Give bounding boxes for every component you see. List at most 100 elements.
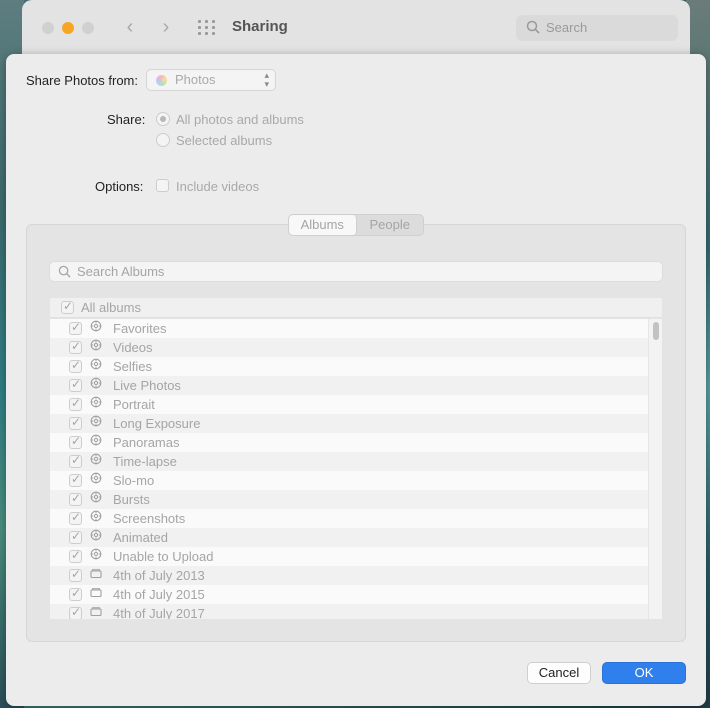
minimize-window-button[interactable]	[62, 22, 74, 34]
album-row[interactable]: ✓ Bursts	[50, 490, 648, 509]
album-row[interactable]: ✓ Panoramas	[50, 433, 648, 452]
checkmark-icon: ✓	[71, 339, 82, 353]
photo-sharing-sheet: Share Photos from: Photos ▴ ▾ Share: All …	[6, 54, 706, 706]
album-name: Live Photos	[113, 378, 181, 393]
smart-album-gear-icon	[90, 548, 104, 564]
album-checkbox[interactable]: ✓	[69, 320, 82, 335]
share-label: Share:	[107, 112, 146, 127]
album-row[interactable]: ✓ Unable to Upload	[50, 547, 648, 566]
share-from-value: Photos	[175, 72, 216, 87]
close-window-button[interactable]	[42, 22, 54, 34]
smart-album-gear-icon	[90, 472, 104, 488]
back-arrow-icon[interactable]: ‹	[120, 16, 140, 40]
album-checkbox[interactable]: ✓	[69, 453, 82, 468]
ok-button[interactable]: OK	[602, 662, 686, 684]
album-checkbox[interactable]: ✓	[69, 434, 82, 449]
album-row[interactable]: ✓ Animated	[50, 528, 648, 547]
album-checkbox[interactable]: ✓	[69, 472, 82, 487]
photos-app-icon	[156, 75, 167, 86]
album-row[interactable]: ✓ Portrait	[50, 395, 648, 414]
album-folder-icon	[90, 586, 104, 602]
album-name: Selfies	[113, 359, 153, 374]
albums-scrollbar[interactable]	[648, 319, 662, 619]
search-albums-placeholder: Search Albums	[77, 264, 165, 279]
window-title: Sharing	[232, 18, 288, 35]
album-row[interactable]: ✓ Screenshots	[50, 509, 648, 528]
album-name: 4th of July 2017	[113, 606, 205, 619]
album-checkbox[interactable]: ✓	[69, 415, 82, 430]
show-all-grid-icon[interactable]	[198, 20, 218, 36]
album-name: Time-lapse	[113, 454, 177, 469]
album-name: Screenshots	[113, 511, 186, 526]
album-row[interactable]: ✓ 4th of July 2017	[50, 604, 648, 619]
include-videos-label: Include videos	[176, 179, 260, 194]
album-row[interactable]: ✓ Selfies	[50, 357, 648, 376]
smart-album-gear-icon	[90, 415, 104, 431]
cancel-button[interactable]: Cancel	[527, 662, 591, 684]
album-checkbox[interactable]: ✓	[69, 491, 82, 506]
checkmark-icon: ✓	[71, 358, 82, 372]
share-from-label: Share Photos from:	[26, 73, 138, 88]
album-checkbox[interactable]: ✓	[69, 510, 82, 525]
tab-albums[interactable]: Albums	[289, 215, 357, 235]
album-checkbox[interactable]: ✓	[69, 548, 82, 563]
album-row[interactable]: ✓ Time-lapse	[50, 452, 648, 471]
album-name: 4th of July 2013	[113, 568, 205, 583]
album-row[interactable]: ✓ Favorites	[50, 319, 648, 338]
checkmark-icon: ✓	[71, 491, 82, 505]
checkmark-icon: ✓	[71, 472, 82, 486]
checkmark-icon: ✓	[71, 453, 82, 467]
album-checkbox[interactable]: ✓	[69, 567, 82, 582]
album-checkbox[interactable]: ✓	[69, 586, 82, 601]
album-name: Animated	[113, 530, 168, 545]
checkmark-icon: ✓	[71, 434, 82, 448]
albums-people-segmented-control[interactable]: Albums People	[288, 214, 424, 236]
smart-album-gear-icon	[90, 377, 104, 393]
checkmark-icon: ✓	[71, 377, 82, 391]
album-row[interactable]: ✓ Long Exposure	[50, 414, 648, 433]
share-from-popup[interactable]: Photos ▴ ▾	[146, 69, 276, 91]
include-videos-checkbox[interactable]	[156, 179, 169, 192]
album-checkbox[interactable]: ✓	[69, 339, 82, 354]
smart-album-gear-icon	[90, 510, 104, 526]
search-icon	[526, 20, 540, 34]
album-row[interactable]: ✓ Videos	[50, 338, 648, 357]
smart-album-gear-icon	[90, 320, 104, 336]
popup-arrows-icon: ▴ ▾	[264, 70, 269, 89]
album-checkbox[interactable]: ✓	[69, 358, 82, 373]
preferences-search-field[interactable]: Search	[516, 15, 678, 41]
checkmark-icon: ✓	[71, 605, 82, 619]
radio-selected-albums[interactable]	[156, 133, 170, 147]
checkmark-icon: ✓	[71, 320, 82, 334]
album-name: Panoramas	[113, 435, 180, 450]
checkmark-icon: ✓	[71, 396, 82, 410]
album-folder-icon	[90, 605, 104, 619]
album-checkbox[interactable]: ✓	[69, 377, 82, 392]
album-row[interactable]: ✓ Slo-mo	[50, 471, 648, 490]
forward-arrow-icon[interactable]: ›	[156, 16, 176, 40]
smart-album-gear-icon	[90, 339, 104, 355]
radio-all-photos-label: All photos and albums	[176, 112, 304, 127]
smart-album-gear-icon	[90, 396, 104, 412]
album-checkbox[interactable]: ✓	[69, 605, 82, 619]
all-albums-label: All albums	[81, 300, 141, 315]
album-checkbox[interactable]: ✓	[69, 396, 82, 411]
albums-list[interactable]: ✓ Favorites ✓ Videos ✓ Selfies ✓ Live Photos ✓ Po…	[50, 319, 648, 619]
all-albums-row[interactable]: ✓ All albums	[50, 298, 662, 318]
album-name: Slo-mo	[113, 473, 155, 488]
album-row[interactable]: ✓ Live Photos	[50, 376, 648, 395]
all-albums-checkbox[interactable]: ✓	[61, 299, 74, 314]
checkmark-icon: ✓	[71, 529, 82, 543]
radio-all-photos[interactable]	[156, 112, 170, 126]
album-row[interactable]: ✓ 4th of July 2013	[50, 566, 648, 585]
tab-people[interactable]: People	[357, 215, 424, 235]
smart-album-gear-icon	[90, 453, 104, 469]
album-folder-icon	[90, 567, 104, 583]
options-label: Options:	[95, 179, 144, 194]
album-row[interactable]: ✓ 4th of July 2015	[50, 585, 648, 604]
album-name: Videos	[113, 340, 153, 355]
album-checkbox[interactable]: ✓	[69, 529, 82, 544]
scrollbar-thumb[interactable]	[653, 322, 659, 340]
zoom-window-button[interactable]	[82, 22, 94, 34]
search-albums-field[interactable]: Search Albums	[49, 261, 663, 282]
